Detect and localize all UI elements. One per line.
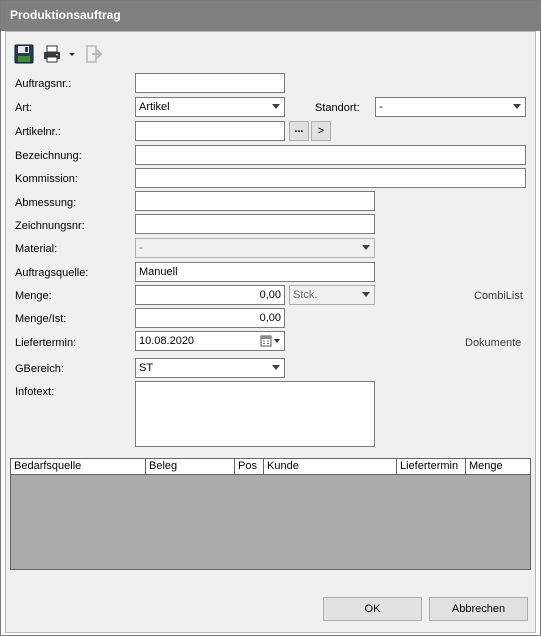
actual-quantity-label: Menge/Ist: — [15, 313, 67, 325]
ok-button[interactable]: OK — [323, 597, 422, 621]
title-bar: Produktionsauftrag — [1, 1, 540, 31]
type-select-value: Artikel — [139, 101, 170, 113]
column-header[interactable]: Bedarfsquelle — [11, 459, 146, 474]
demand-source-table[interactable]: Bedarfsquelle Beleg Pos Kunde Lieferterm… — [10, 458, 531, 570]
delivery-date-input[interactable]: 10.08.2020 — [135, 331, 285, 351]
info-text-label: Infotext: — [15, 386, 55, 398]
column-header[interactable]: Pos — [235, 459, 264, 474]
commission-input[interactable] — [135, 168, 526, 188]
article-number-label: Artikelnr.: — [15, 126, 61, 138]
dimension-label: Abmessung: — [15, 197, 77, 209]
production-order-window: Produktionsauftrag Auftragsnr.: Art: Art… — [0, 0, 541, 636]
cancel-button[interactable]: Abbrechen — [429, 597, 528, 621]
delivery-date-value: 10.08.2020 — [139, 335, 195, 347]
quantity-label: Menge: — [15, 290, 52, 302]
actual-quantity-input[interactable]: 0,00 — [135, 308, 285, 328]
material-select-value: - — [139, 242, 143, 254]
location-label: Standort: — [315, 102, 360, 114]
floppy-disk-icon — [14, 44, 34, 64]
chevron-down-icon — [272, 365, 280, 370]
column-header[interactable]: Kunde — [264, 459, 397, 474]
save-button[interactable] — [12, 42, 36, 66]
order-number-input[interactable] — [135, 73, 285, 93]
unit-select-value: Stck. — [293, 289, 318, 301]
chevron-down-icon — [362, 292, 370, 297]
chevron-down-icon — [362, 245, 370, 250]
column-header[interactable]: Menge — [466, 459, 530, 474]
chevron-down-icon — [272, 104, 280, 109]
drawing-number-label: Zeichnungsnr: — [15, 220, 85, 232]
drawing-number-input[interactable] — [135, 214, 375, 234]
description-input[interactable] — [135, 145, 526, 165]
article-go-button[interactable]: > — [311, 121, 331, 141]
description-label: Bezeichnung: — [15, 150, 82, 162]
chevron-down-icon — [513, 104, 521, 109]
dialog-body: Auftragsnr.: Art: Artikel Standort: - Ar… — [5, 31, 536, 633]
exit-arrow-icon — [84, 44, 104, 64]
article-number-input[interactable] — [135, 121, 285, 141]
dropdown-arrow-icon — [68, 50, 76, 58]
info-text-area[interactable] — [135, 381, 375, 447]
order-source-label: Auftragsquelle: — [15, 267, 89, 279]
type-select[interactable]: Artikel — [135, 97, 285, 117]
print-dropdown-button[interactable] — [66, 42, 78, 66]
documents-link[interactable]: Dokumente — [465, 337, 521, 349]
window-title: Produktionsauftrag — [10, 8, 121, 22]
column-header[interactable]: Liefertermin — [397, 459, 466, 474]
material-select[interactable]: - — [135, 238, 375, 258]
table-header: Bedarfsquelle Beleg Pos Kunde Lieferterm… — [11, 459, 530, 475]
business-area-select[interactable]: ST — [135, 358, 285, 378]
quantity-input[interactable]: 0,00 — [135, 285, 285, 305]
unit-select[interactable]: Stck. — [289, 285, 375, 305]
order-number-label: Auftragsnr.: — [15, 78, 72, 90]
business-area-label: GBereich: — [15, 363, 64, 375]
location-select-value: - — [379, 101, 383, 113]
print-button[interactable] — [40, 42, 64, 66]
material-label: Material: — [15, 243, 58, 255]
dimension-input[interactable] — [135, 191, 375, 211]
type-label: Art: — [15, 102, 33, 114]
business-area-select-value: ST — [139, 362, 154, 374]
calendar-icon[interactable] — [260, 335, 282, 350]
order-source-input[interactable]: Manuell — [135, 262, 375, 282]
commission-label: Kommission: — [15, 173, 78, 185]
exit-button[interactable] — [82, 42, 106, 66]
printer-icon — [42, 44, 62, 64]
column-header[interactable]: Beleg — [146, 459, 235, 474]
delivery-date-label: Liefertermin: — [15, 337, 77, 349]
article-browse-button[interactable]: ... — [289, 121, 309, 141]
location-select[interactable]: - — [375, 97, 526, 117]
combilist-link[interactable]: CombiList — [474, 290, 523, 302]
